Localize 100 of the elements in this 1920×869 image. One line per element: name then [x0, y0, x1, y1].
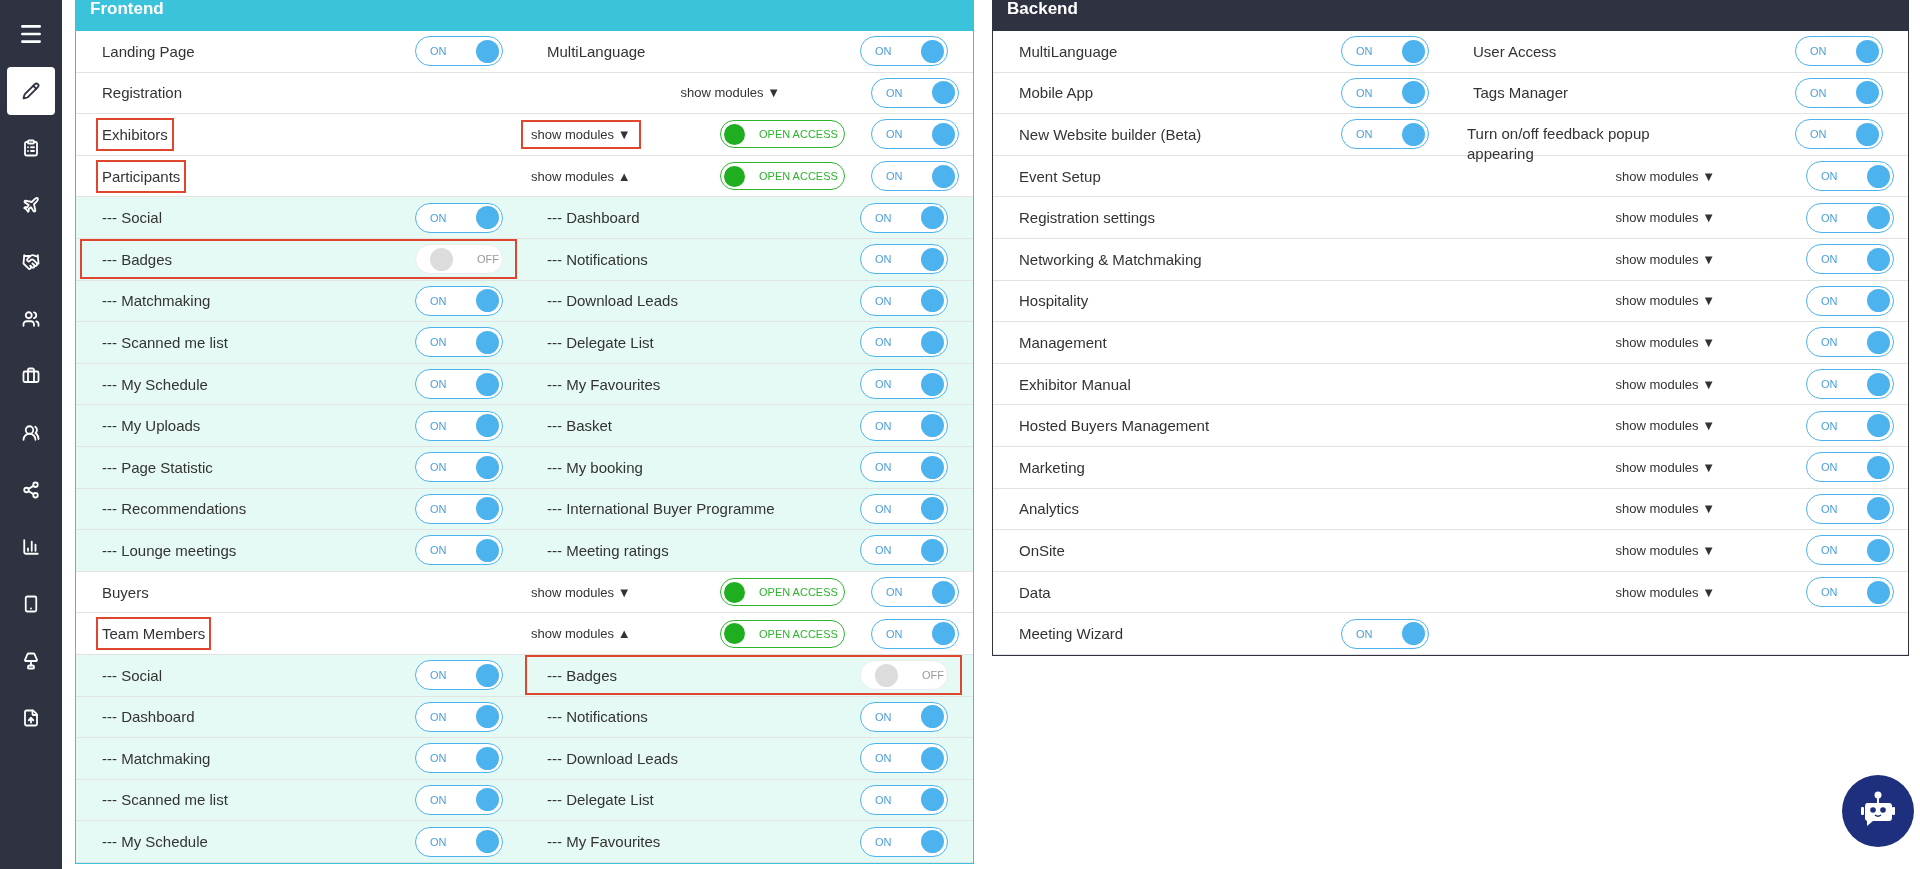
toggle-switch[interactable]: ON	[860, 285, 948, 316]
setting-label: MultiLanguage	[1018, 41, 1119, 62]
toggle-switch[interactable]: OFF	[860, 660, 948, 691]
toggle-switch[interactable]: ON	[415, 743, 503, 774]
toggle-switch[interactable]: ON	[1341, 618, 1429, 649]
toggle-switch[interactable]: ON	[415, 785, 503, 815]
toggle-switch[interactable]: ON	[415, 535, 503, 566]
toggle-switch[interactable]: ON	[871, 77, 959, 108]
toggle-switch[interactable]: ON	[871, 618, 959, 649]
show-modules-link[interactable]: show modules ▲	[521, 161, 641, 191]
toggle-switch[interactable]: ON	[415, 701, 503, 732]
show-modules-link[interactable]: show modules ▼	[1605, 369, 1725, 399]
show-modules-link[interactable]: show modules ▼	[1605, 203, 1725, 233]
show-modules-link[interactable]: show modules ▼	[1605, 452, 1725, 482]
setting-label: --- Delegate List	[546, 790, 655, 811]
setting-label: Tags Manager	[1472, 83, 1570, 104]
setting-label: --- My Favourites	[546, 832, 662, 853]
toggle-switch[interactable]: ON	[1806, 161, 1894, 192]
section-label: Buyers	[101, 582, 150, 603]
toggle-switch[interactable]: ON	[1806, 452, 1894, 483]
section-label: Exhibitor Manual	[1018, 374, 1132, 395]
toggle-switch[interactable]: ON	[1341, 77, 1429, 108]
file-upload-icon	[22, 709, 40, 727]
toggle-switch[interactable]: ON	[1806, 285, 1894, 316]
toggle-switch[interactable]: ON	[415, 369, 503, 400]
toggle-switch[interactable]: ON	[1795, 36, 1883, 67]
section-label: Participants	[96, 159, 187, 193]
toggle-switch[interactable]: ON	[1806, 244, 1894, 275]
section-label: Team Members	[96, 617, 212, 651]
toggle-switch[interactable]: ON	[1795, 119, 1883, 150]
section-label: Analytics	[1018, 499, 1081, 520]
setting-label: --- International Buyer Programme	[546, 499, 776, 520]
toggle-switch[interactable]: ON	[860, 535, 948, 566]
toggle-switch[interactable]: ON	[860, 785, 948, 815]
toggle-switch[interactable]: ON	[860, 743, 948, 774]
lamp-icon	[22, 652, 40, 670]
setting-label: --- Matchmaking	[101, 291, 212, 312]
toggle-switch[interactable]: ON	[871, 161, 959, 192]
show-modules-link[interactable]: show modules ▼	[1605, 535, 1725, 565]
toggle-switch[interactable]: ON	[1806, 369, 1894, 400]
toggle-switch[interactable]: ON	[415, 493, 503, 524]
open-access-toggle[interactable]: OPEN ACCESS	[720, 162, 845, 191]
section-label: Event Setup	[1018, 166, 1102, 187]
section-label: Data	[1018, 582, 1052, 603]
toggle-switch[interactable]: ON	[1341, 36, 1429, 67]
show-modules-link[interactable]: show modules ▼	[1605, 244, 1725, 274]
show-modules-link[interactable]: show modules ▼	[1605, 494, 1725, 524]
toggle-switch[interactable]: ON	[860, 327, 948, 358]
toggle-switch[interactable]: ON	[415, 452, 503, 483]
toggle-switch[interactable]: ON	[860, 452, 948, 483]
setting-label: --- Lounge meetings	[101, 540, 238, 561]
toggle-switch[interactable]: ON	[415, 327, 503, 358]
toggle-switch[interactable]: ON	[415, 202, 503, 233]
section-label: Hospitality	[1018, 291, 1090, 312]
section-label: Marketing	[1018, 457, 1086, 478]
toggle-switch[interactable]: ON	[415, 410, 503, 441]
show-modules-link[interactable]: show modules ▼	[670, 78, 790, 108]
toggle-switch[interactable]: ON	[860, 701, 948, 732]
toggle-switch[interactable]: ON	[1806, 493, 1894, 524]
setting-label: Meeting Wizard	[1018, 624, 1125, 645]
toggle-switch[interactable]: ON	[1806, 202, 1894, 233]
setting-label: --- Scanned me list	[101, 332, 229, 353]
setting-label: New Website builder (Beta)	[1018, 125, 1203, 145]
setting-label: --- My Schedule	[101, 374, 209, 395]
toggle-switch[interactable]: ON	[1806, 327, 1894, 358]
open-access-toggle[interactable]: OPEN ACCESS	[720, 120, 845, 149]
toggle-switch[interactable]: ON	[860, 244, 948, 275]
setting-label: --- Social	[101, 665, 163, 686]
toggle-switch[interactable]: ON	[1806, 577, 1894, 607]
toggle-switch[interactable]: ON	[860, 36, 948, 67]
show-modules-link[interactable]: show modules ▲	[521, 619, 641, 649]
toggle-switch[interactable]: ON	[860, 493, 948, 524]
toggle-switch[interactable]: ON	[860, 369, 948, 400]
toggle-switch[interactable]: ON	[1341, 119, 1429, 150]
open-access-toggle[interactable]: OPEN ACCESS	[720, 619, 845, 648]
open-access-toggle[interactable]: OPEN ACCESS	[720, 578, 845, 606]
toggle-switch[interactable]: ON	[415, 285, 503, 316]
show-modules-link[interactable]: show modules ▼	[521, 120, 641, 149]
show-modules-link[interactable]: show modules ▼	[1605, 327, 1725, 357]
toggle-switch[interactable]: ON	[1806, 535, 1894, 566]
toggle-switch[interactable]: ON	[871, 577, 959, 607]
show-modules-link[interactable]: show modules ▼	[521, 577, 641, 607]
toggle-switch[interactable]: ON	[1806, 410, 1894, 441]
show-modules-link[interactable]: show modules ▼	[1605, 286, 1725, 316]
setting-label: --- Scanned me list	[101, 790, 229, 811]
toggle-switch[interactable]: ON	[860, 410, 948, 441]
toggle-switch[interactable]: ON	[860, 826, 948, 857]
show-modules-link[interactable]: show modules ▼	[1605, 577, 1725, 607]
show-modules-link[interactable]: show modules ▼	[1605, 411, 1725, 441]
plane-icon	[22, 196, 40, 214]
setting-label: Landing Page	[101, 41, 196, 62]
sidebar-button[interactable]	[7, 67, 55, 115]
toggle-switch[interactable]: OFF	[415, 244, 503, 275]
toggle-switch[interactable]: ON	[1795, 77, 1883, 108]
toggle-switch[interactable]: ON	[415, 36, 503, 67]
toggle-switch[interactable]: ON	[860, 202, 948, 233]
toggle-switch[interactable]: ON	[415, 660, 503, 691]
setting-label: --- Matchmaking	[101, 748, 212, 769]
toggle-switch[interactable]: ON	[871, 119, 959, 150]
toggle-switch[interactable]: ON	[415, 826, 503, 857]
